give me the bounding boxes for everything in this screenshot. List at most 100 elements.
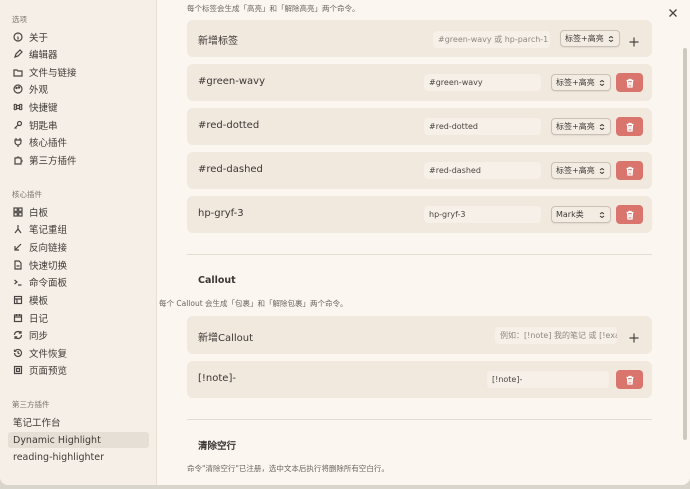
sidebar-item-files-links[interactable]: 文件与链接 (8, 64, 149, 80)
sidebar-item-templates[interactable]: 模板 (8, 292, 149, 308)
new-callout-label: 新增Callout (198, 333, 254, 344)
sidebar-item-label: 文件与链接 (29, 68, 77, 79)
tag-row: #red-dashed #red-dashed 标签+高亮 (187, 152, 652, 189)
info-icon (13, 32, 23, 42)
callout-section-title: Callout (198, 275, 236, 286)
command-icon (13, 102, 23, 112)
sidebar-item-label: 白板 (29, 208, 49, 219)
new-tag-mode-select[interactable]: 标签+高亮 (560, 30, 620, 47)
sidebar-item-note-workbench[interactable]: 笔记工作台 (8, 414, 149, 430)
sidebar-item-label: 文件恢复 (29, 349, 68, 360)
sidebar-item-label: 日记 (29, 314, 49, 325)
tag-input[interactable]: hp-gryf-3 (424, 206, 541, 223)
delete-callout-button[interactable] (616, 370, 643, 389)
tag-mode-select[interactable]: 标签+高亮 (551, 74, 611, 91)
sidebar-item-note-composer[interactable]: 笔记重组 (8, 221, 149, 237)
close-icon (669, 9, 677, 17)
tag-row: #green-wavy #green-wavy 标签+高亮 (187, 64, 652, 101)
sidebar-item-label: 反向链接 (29, 243, 68, 254)
chevron-updown-icon (599, 212, 605, 218)
sidebar-item-label: 模板 (29, 296, 49, 307)
sidebar-item-label: 同步 (29, 331, 49, 342)
sidebar-item-label: 快捷键 (29, 103, 58, 114)
new-callout-input[interactable]: 例如：[!note] 我的笔记 或 [!exa (495, 327, 617, 344)
palette-icon (13, 84, 23, 94)
add-tag-button[interactable] (628, 33, 640, 47)
tag-label: hp-gryf-3 (198, 208, 244, 219)
sidebar-item-page-preview[interactable]: 页面预览 (8, 362, 149, 378)
sidebar-item-label: 编辑器 (29, 50, 58, 61)
clear-blank-description: 命令"清除空行"已注册，选中文本后执行将删除所有空白行。 (187, 464, 389, 473)
tag-label: #red-dotted (198, 120, 260, 131)
sidebar-item-canvas[interactable]: 白板 (8, 204, 149, 220)
tag-row: hp-gryf-3 hp-gryf-3 Mark类 (187, 196, 652, 233)
sidebar-item-editor[interactable]: 编辑器 (8, 46, 149, 62)
tag-input[interactable]: #green-wavy (424, 74, 541, 91)
tag-input[interactable]: #red-dashed (424, 162, 541, 179)
grid-icon (13, 207, 23, 217)
chevron-updown-icon (599, 168, 605, 174)
sidebar-group-options: 选项 (12, 15, 27, 24)
plus-icon (629, 333, 639, 343)
settings-sidebar: 选项 关于 编辑器 文件与链接 外观 快捷键 钥匙串 核心插件 第三方插件 核心… (0, 0, 157, 485)
sidebar-item-label: 外观 (29, 85, 49, 96)
callout-row: [!note]- [!note]- (187, 361, 652, 398)
puzzle-icon (13, 155, 23, 165)
tag-mode-select[interactable]: 标签+高亮 (551, 162, 611, 179)
sidebar-item-reading-highlighter[interactable]: reading-highlighter (8, 449, 149, 465)
calendar-icon (13, 313, 23, 323)
new-tag-label: 新增标签 (198, 36, 238, 47)
sidebar-item-core-plugins[interactable]: 核心插件 (8, 134, 149, 150)
chevron-updown-icon (599, 124, 605, 130)
tag-input[interactable]: #red-dotted (424, 118, 541, 135)
sidebar-item-sync[interactable]: 同步 (8, 327, 149, 343)
trash-icon (626, 166, 633, 176)
preview-icon (13, 365, 23, 375)
select-value: 标签+高亮 (556, 122, 595, 131)
sidebar-item-file-recovery[interactable]: 文件恢复 (8, 345, 149, 361)
delete-tag-button[interactable] (616, 73, 643, 92)
sidebar-item-third-party-plugins[interactable]: 第三方插件 (8, 152, 149, 168)
new-tag-input[interactable]: #green-wavy 或 hp-parch-1 (433, 31, 550, 48)
sidebar-item-keychain[interactable]: 钥匙串 (8, 117, 149, 133)
settings-content: 每个标签会生成「高亮」和「解除高亮」两个命令。 新增标签 #green-wavy… (158, 0, 690, 485)
settings-window: 选项 关于 编辑器 文件与链接 外观 快捷键 钥匙串 核心插件 第三方插件 核心… (0, 0, 690, 485)
sidebar-item-label: 页面预览 (29, 366, 68, 377)
terminal-icon (13, 277, 23, 287)
tag-mode-select[interactable]: 标签+高亮 (551, 118, 611, 135)
new-tag-row: 新增标签 #green-wavy 或 hp-parch-1 标签+高亮 (187, 20, 652, 57)
callout-label: [!note]- (198, 373, 236, 384)
delete-tag-button[interactable] (616, 161, 643, 180)
sidebar-item-label: 核心插件 (29, 138, 68, 149)
sidebar-item-label: 关于 (29, 33, 49, 44)
add-callout-button[interactable] (628, 329, 640, 343)
sidebar-item-about[interactable]: 关于 (8, 29, 149, 45)
select-value: 标签+高亮 (556, 78, 595, 87)
tag-mode-select[interactable]: Mark类 (551, 206, 611, 223)
sidebar-item-command-palette[interactable]: 命令面板 (8, 274, 149, 290)
trash-icon (626, 122, 633, 132)
sidebar-item-daily-notes[interactable]: 日记 (8, 310, 149, 326)
callout-input[interactable]: [!note]- (487, 371, 609, 388)
select-value: 标签+高亮 (556, 166, 595, 175)
sidebar-item-appearance[interactable]: 外观 (8, 81, 149, 97)
scrollbar[interactable] (683, 48, 687, 440)
trash-icon (626, 210, 633, 220)
sidebar-item-dynamic-highlight[interactable]: Dynamic Highlight (8, 432, 149, 448)
delete-tag-button[interactable] (616, 117, 643, 136)
close-button[interactable] (668, 3, 678, 17)
sidebar-item-backlinks[interactable]: 反向链接 (8, 239, 149, 255)
callout-description: 每个 Callout 会生成「包裹」和「解除包裹」两个命令。 (159, 299, 348, 308)
merge-icon (13, 224, 23, 234)
delete-tag-button[interactable] (616, 205, 643, 224)
sidebar-item-hotkeys[interactable]: 快捷键 (8, 99, 149, 115)
chevron-updown-icon (608, 36, 614, 42)
key-icon (13, 120, 23, 130)
sidebar-item-quick-switcher[interactable]: 快速切换 (8, 257, 149, 273)
sidebar-item-label: 快速切换 (29, 261, 68, 272)
tags-description: 每个标签会生成「高亮」和「解除高亮」两个命令。 (187, 4, 360, 13)
template-icon (13, 295, 23, 305)
section-divider (187, 254, 652, 255)
chevron-updown-icon (599, 80, 605, 86)
tag-label: #red-dashed (198, 164, 263, 175)
